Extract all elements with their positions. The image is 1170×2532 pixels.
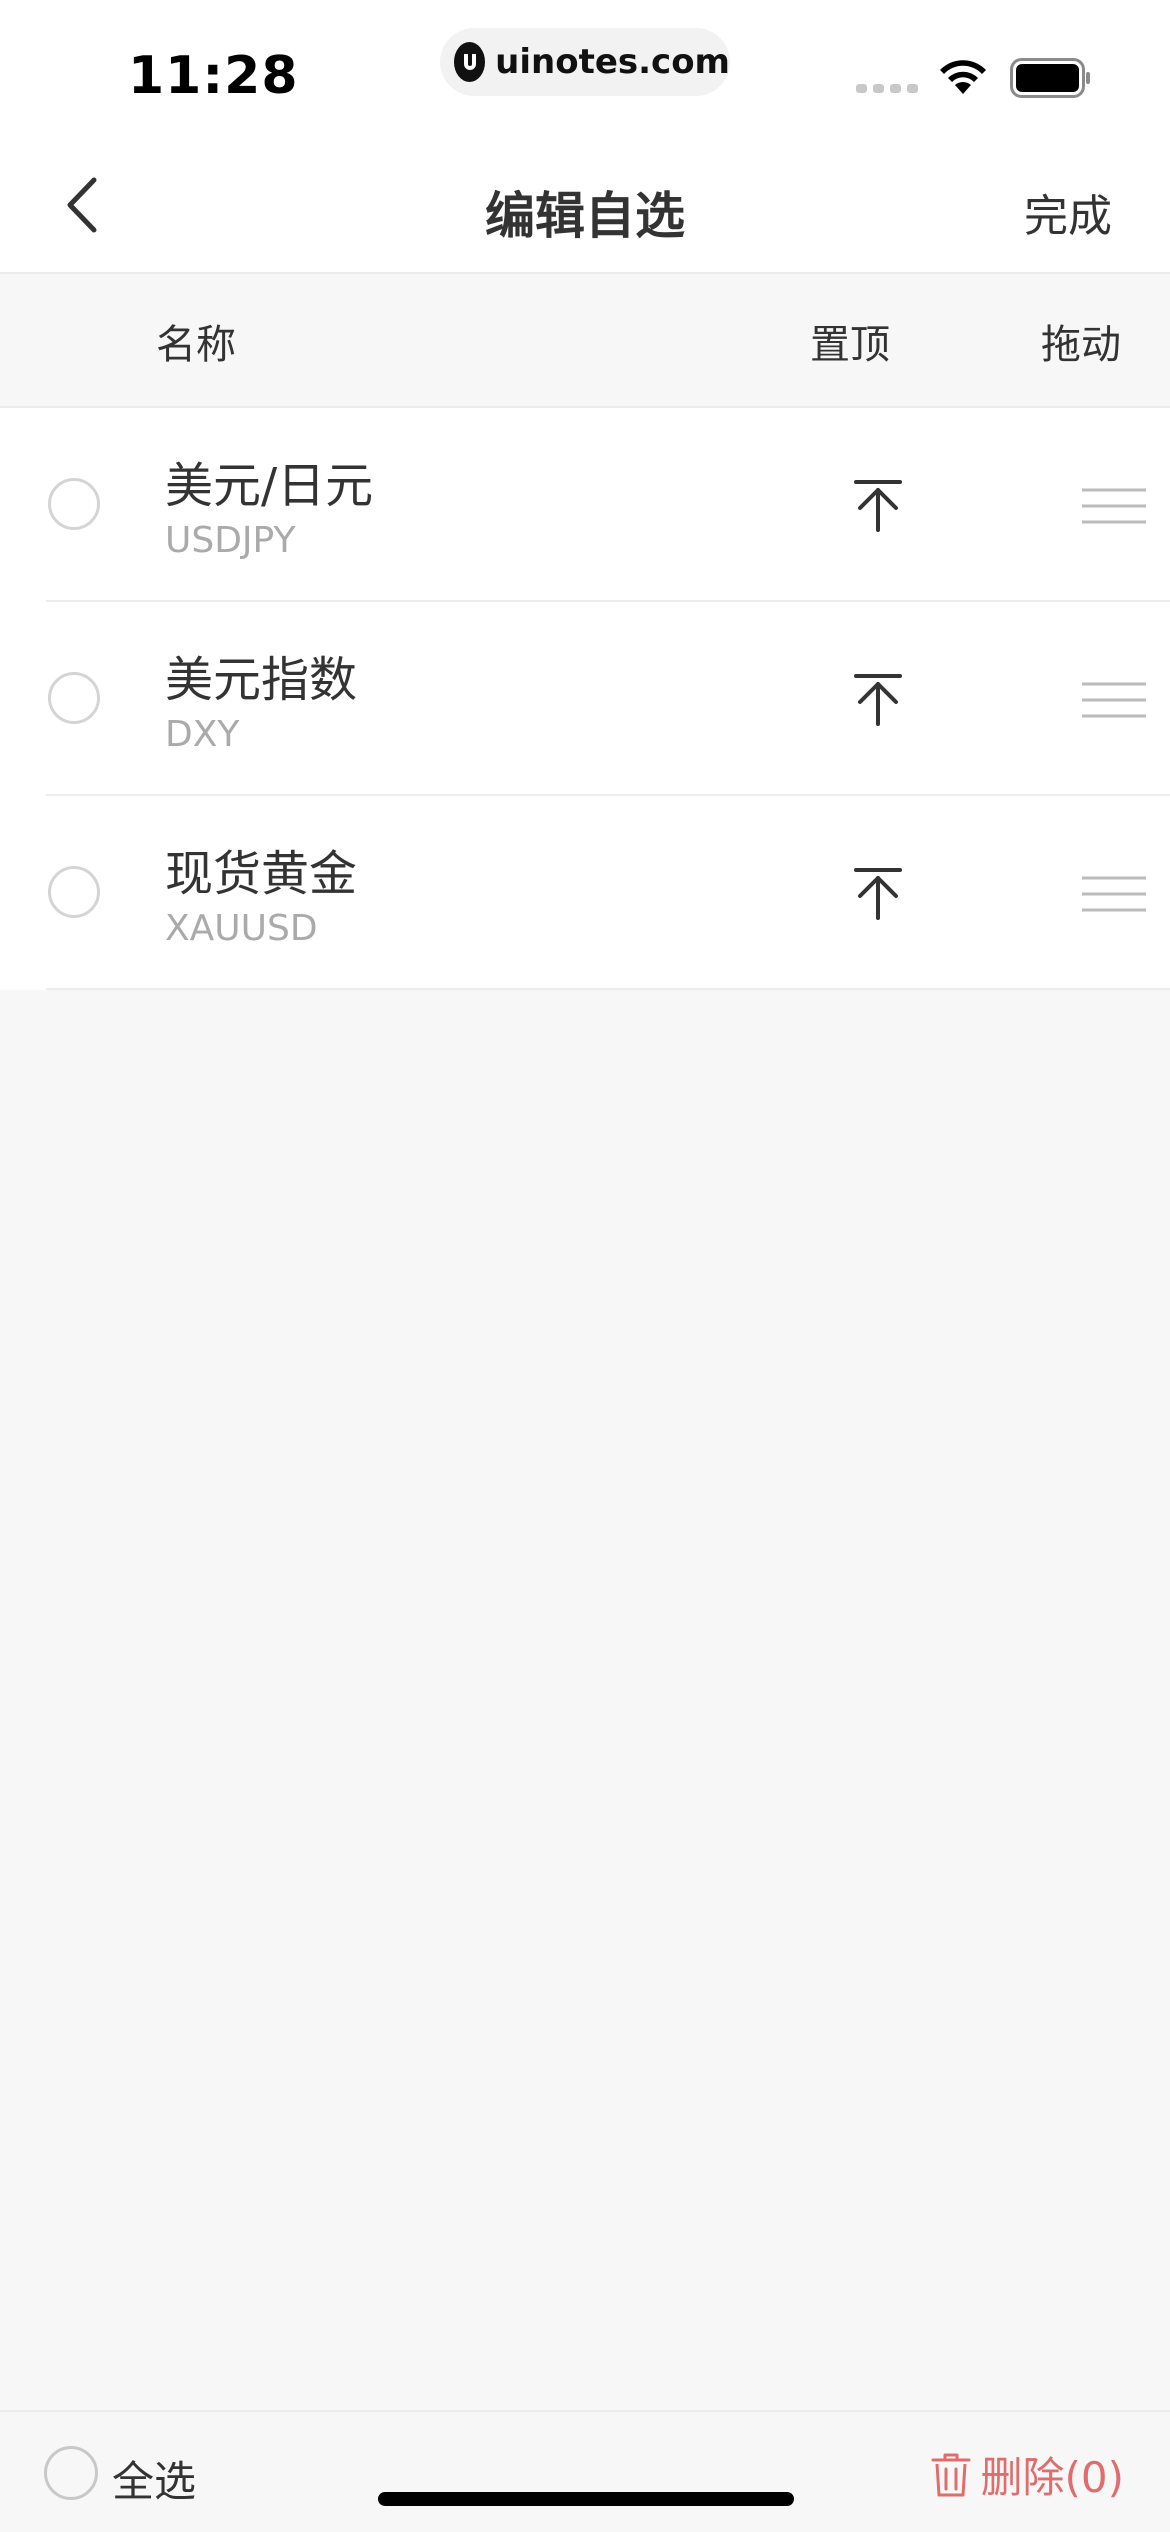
pin-to-top-icon[interactable]: [852, 478, 904, 534]
item-name: 现货黄金: [165, 846, 358, 902]
list-item: 现货黄金 XAUUSD: [0, 796, 1170, 990]
item-select-radio[interactable]: [48, 866, 100, 918]
bottom-action-bar: 全选 删除(0): [0, 2410, 1170, 2532]
page-title: 编辑自选: [485, 187, 685, 245]
item-name: 美元/日元: [165, 458, 374, 514]
status-time: 11:28: [128, 46, 299, 106]
wifi-icon: [940, 60, 986, 94]
battery-icon: [1010, 58, 1090, 98]
home-indicator: [378, 2492, 794, 2506]
cellular-signal-icon: [856, 84, 918, 93]
select-all-radio[interactable]: [44, 2446, 98, 2500]
column-header-name: 名称: [156, 322, 236, 368]
item-code: XAUUSD: [165, 908, 318, 949]
drag-handle-icon[interactable]: [1080, 486, 1148, 526]
trash-icon: [931, 2453, 970, 2496]
item-select-radio[interactable]: [48, 672, 100, 724]
site-logo-icon: [454, 42, 486, 82]
url-text: uinotes.com: [495, 42, 730, 82]
column-header-drag: 拖动: [1041, 322, 1121, 368]
select-all-label[interactable]: 全选: [112, 2448, 196, 2509]
drag-handle-icon[interactable]: [1080, 874, 1148, 914]
delete-button[interactable]: 删除(0): [931, 2444, 1125, 2505]
pin-to-top-icon[interactable]: [852, 672, 904, 728]
item-select-radio[interactable]: [48, 478, 100, 530]
delete-label: 删除(0): [980, 2453, 1125, 2502]
column-header: 名称 置顶 拖动: [0, 274, 1170, 408]
item-code: USDJPY: [165, 520, 296, 561]
nav-bar: 编辑自选 完成: [0, 140, 1170, 274]
list-item: 美元/日元 USDJPY: [0, 408, 1170, 602]
status-bar: 11:28 uinotes.com: [0, 0, 1170, 140]
item-code: DXY: [165, 714, 240, 755]
watchlist: 美元/日元 USDJPY 美元指数 DXY 现货黄金 XAUUSD: [0, 408, 1170, 990]
url-pill[interactable]: uinotes.com: [440, 28, 730, 96]
item-name: 美元指数: [165, 652, 358, 708]
list-item: 美元指数 DXY: [0, 602, 1170, 796]
done-button[interactable]: 完成: [1024, 180, 1112, 244]
drag-handle-icon[interactable]: [1080, 680, 1148, 720]
pin-to-top-icon[interactable]: [852, 866, 904, 922]
column-header-pin: 置顶: [810, 322, 890, 368]
